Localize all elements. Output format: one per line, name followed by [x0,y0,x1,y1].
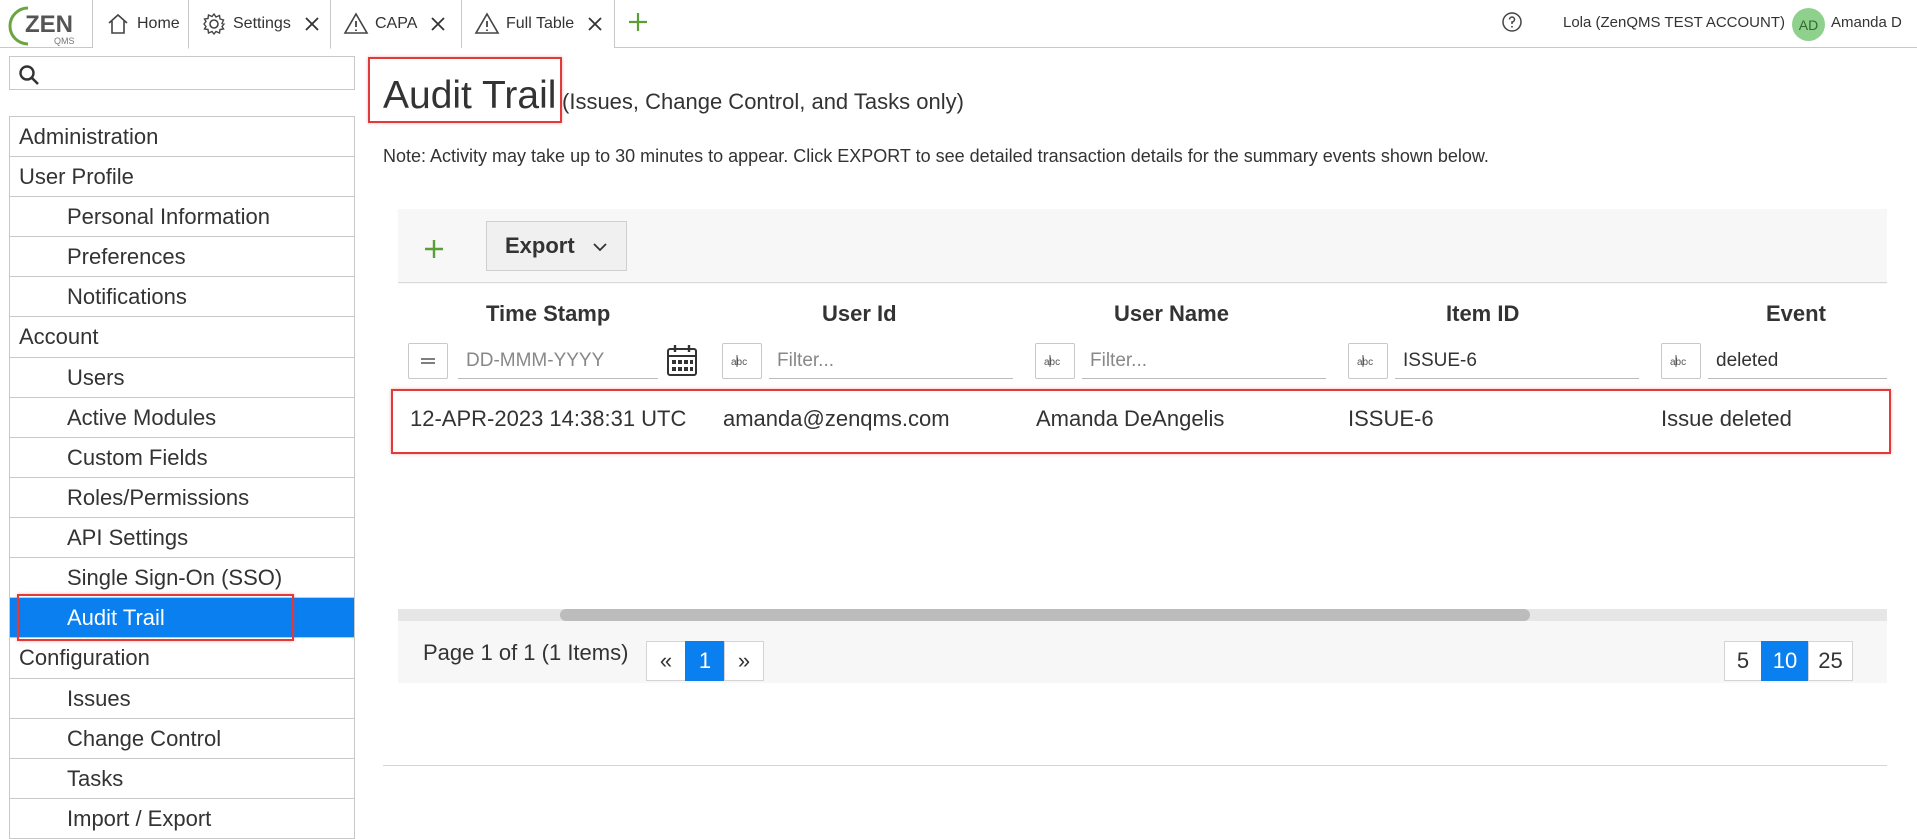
sidebar-item-active-modules[interactable]: Active Modules [9,398,355,438]
abc-filter-icon: abc [1357,355,1373,368]
audit-grid: Export Time Stamp User Id User Name Item… [398,209,1887,683]
column-header-user-name[interactable]: User Name [1114,301,1229,327]
svg-text:abc: abc [731,357,747,368]
user-name-filter-input[interactable] [1082,343,1326,379]
sidebar-nav: Administration User Profile Personal Inf… [9,116,355,839]
sidebar-item-roles-permissions[interactable]: Roles/Permissions [9,478,355,518]
content-divider [383,765,1887,766]
tab-home-label: Home [137,15,180,32]
account-name[interactable]: Lola (ZenQMS TEST ACCOUNT) [1563,14,1785,31]
sidebar-item-custom-fields[interactable]: Custom Fields [9,438,355,478]
page-title: Audit Trail [383,74,557,117]
help-icon[interactable] [1500,10,1524,34]
sidebar-item-import-export[interactable]: Import / Export [9,799,355,839]
equals-filter-button[interactable] [408,343,448,379]
column-header-event[interactable]: Event [1766,301,1826,327]
svg-text:abc: abc [1357,357,1373,368]
cell-event: Issue deleted [1661,406,1792,431]
tab-settings[interactable]: Settings [188,0,331,49]
activity-note: Note: Activity may take up to 30 minutes… [383,146,1489,166]
item-id-filter-input[interactable] [1395,343,1639,379]
top-bar: ZEN QMS Home Settings CAPA Full Table Lo… [0,0,1917,49]
scrollbar-thumb[interactable] [560,609,1530,621]
export-label: Export [505,233,575,258]
cell-user-id: amanda@zenqms.com [723,406,950,431]
page-size-5[interactable]: 5 [1724,641,1762,681]
sidebar-item-user-profile[interactable]: User Profile [9,157,355,197]
abc-filter-icon: abc [731,355,747,368]
export-button[interactable]: Export [486,221,627,271]
text-filter-button[interactable]: abc [1035,343,1075,379]
sidebar-item-notifications[interactable]: Notifications [9,277,355,317]
abc-filter-icon: abc [1044,355,1060,368]
calendar-icon[interactable] [666,343,698,377]
warning-icon [474,12,500,34]
sidebar-item-personal-information[interactable]: Personal Information [9,197,355,237]
cell-timestamp: 12-APR-2023 14:38:31 UTC [410,406,687,431]
tab-settings-label: Settings [233,15,291,32]
abc-filter-icon: abc [1670,355,1686,368]
pager: Page 1 of 1 (1 Items) « 1 » 5 10 25 [398,621,1887,683]
cell-item-id: ISSUE-6 [1348,406,1434,431]
page-size-25[interactable]: 25 [1808,641,1853,681]
equals-icon [421,358,435,364]
pager-next-button[interactable]: » [724,641,764,681]
add-icon[interactable] [422,237,446,261]
sidebar-item-audit-trail[interactable]: Audit Trail [9,598,355,638]
user-name[interactable]: Amanda D [1831,14,1902,31]
search-icon [19,65,39,85]
horizontal-scrollbar[interactable] [398,609,1887,621]
grid-body: Time Stamp User Id User Name Item ID Eve… [398,284,1887,609]
page-size-10[interactable]: 10 [1761,641,1809,681]
close-icon[interactable] [303,15,321,33]
close-icon[interactable] [429,15,447,33]
avatar[interactable]: AD [1792,8,1825,41]
chevron-down-icon [593,243,607,252]
tab-full-table[interactable]: Full Table [461,0,615,48]
timestamp-filter-input[interactable] [458,343,658,379]
tab-capa-label: CAPA [375,15,418,32]
tab-capa[interactable]: CAPA [330,0,462,48]
user-id-filter-input[interactable] [769,343,1013,379]
home-icon [108,13,128,34]
text-filter-button[interactable]: abc [1661,343,1701,379]
pager-prev-button[interactable]: « [646,641,686,681]
column-header-item-id[interactable]: Item ID [1446,301,1519,327]
add-tab-icon[interactable] [626,10,650,34]
warning-icon [343,12,369,34]
sidebar-item-tasks[interactable]: Tasks [9,759,355,799]
grid-toolbar: Export [398,209,1887,283]
sidebar-item-configuration[interactable]: Configuration [9,638,355,679]
event-filter-input[interactable] [1708,343,1887,379]
page-subtitle: (Issues, Change Control, and Tasks only) [562,89,964,114]
svg-text:abc: abc [1670,357,1686,368]
column-header-user-id[interactable]: User Id [822,301,897,327]
column-header-timestamp[interactable]: Time Stamp [486,301,610,327]
filter-row: abc abc abc abc [398,330,1887,384]
svg-text:QMS: QMS [54,36,75,46]
svg-text:abc: abc [1044,357,1060,368]
gear-icon [203,12,226,36]
sidebar-search[interactable] [9,56,355,90]
sidebar-item-sso[interactable]: Single Sign-On (SSO) [9,558,355,598]
sidebar-item-change-control[interactable]: Change Control [9,719,355,759]
sidebar-item-account[interactable]: Account [9,317,355,358]
text-filter-button[interactable]: abc [1348,343,1388,379]
zenqms-logo[interactable]: ZEN QMS [8,2,78,46]
sidebar-item-preferences[interactable]: Preferences [9,237,355,277]
search-input[interactable] [44,59,344,87]
sidebar-item-administration[interactable]: Administration [9,117,355,157]
sidebar-item-issues[interactable]: Issues [9,679,355,719]
pager-page-button[interactable]: 1 [685,641,725,681]
tab-full-table-label: Full Table [506,15,575,32]
sidebar-item-api-settings[interactable]: API Settings [9,518,355,558]
sidebar-item-users[interactable]: Users [9,358,355,398]
svg-text:ZEN: ZEN [25,11,73,38]
text-filter-button[interactable]: abc [722,343,762,379]
close-icon[interactable] [586,15,604,33]
cell-user-name: Amanda DeAngelis [1036,406,1225,431]
pager-summary: Page 1 of 1 (1 Items) [423,640,629,665]
tab-home[interactable]: Home [92,0,189,48]
table-row[interactable]: 12-APR-2023 14:38:31 UTC amanda@zenqms.c… [398,394,1887,442]
